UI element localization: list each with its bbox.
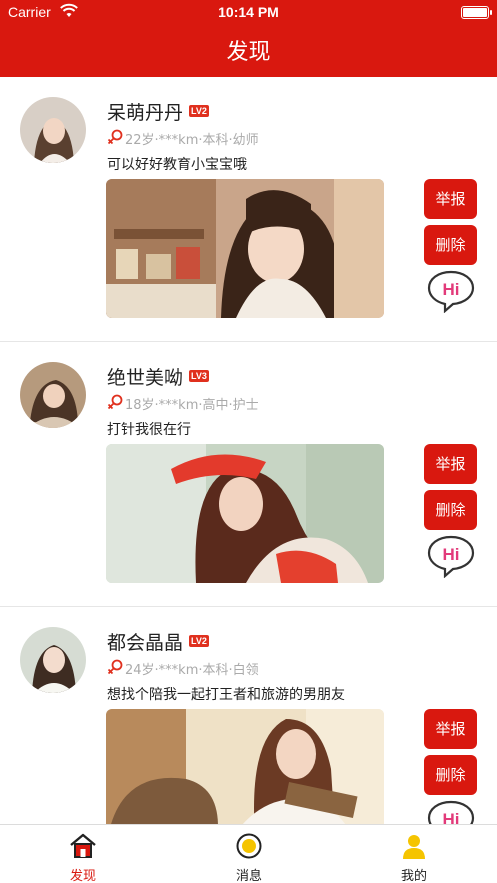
hi-bubble-icon[interactable]: Hi <box>426 799 476 824</box>
tab-profile[interactable]: 我的 <box>331 825 497 883</box>
hi-bubble-icon[interactable]: Hi <box>426 534 476 578</box>
report-button[interactable]: 举报 <box>424 444 477 484</box>
user-card: 呆萌丹丹 LV2 22岁·***km·本科·幼师 可以好好教育小宝宝哦 举报 删… <box>0 77 497 342</box>
user-bio: 想找个陪我一起打王者和旅游的男朋友 <box>107 687 345 703</box>
user-name: 都会晶晶 <box>107 632 184 654</box>
avatar[interactable] <box>20 362 86 428</box>
profile-icon <box>403 835 425 859</box>
user-name: 呆萌丹丹 <box>107 102 184 124</box>
tab-discover[interactable]: 发现 <box>0 825 166 883</box>
user-photo[interactable] <box>106 179 384 318</box>
tab-label: 发现 <box>69 869 96 883</box>
user-bio: 打针我很在行 <box>107 422 191 438</box>
user-card: 绝世美呦 LV3 18岁·***km·高中·护士 打针我很在行 举报 删除 Hi <box>0 342 497 607</box>
tab-messages[interactable]: 消息 <box>166 825 332 883</box>
avatar[interactable] <box>20 627 86 693</box>
delete-button[interactable]: 删除 <box>424 225 477 265</box>
discover-feed[interactable]: 呆萌丹丹 LV2 22岁·***km·本科·幼师 可以好好教育小宝宝哦 举报 删… <box>0 77 497 824</box>
svg-text:Hi: Hi <box>443 810 460 824</box>
user-meta: 24岁·***km·本科·白领 <box>125 663 259 678</box>
nav-bar: 发现 <box>0 24 497 77</box>
avatar[interactable] <box>20 97 86 163</box>
clock: 10:14 PM <box>218 4 279 20</box>
level-badge: LV2 <box>189 105 209 117</box>
user-card: 都会晶晶 LV2 24岁·***km·本科·白领 想找个陪我一起打王者和旅游的男… <box>0 607 497 824</box>
tab-label: 我的 <box>400 869 427 883</box>
house-icon <box>70 833 96 858</box>
tab-label: 消息 <box>235 869 262 883</box>
message-icon <box>236 833 262 859</box>
status-bar: Carrier 10:14 PM <box>0 0 497 24</box>
delete-button[interactable]: 删除 <box>424 755 477 795</box>
page-title: 发现 <box>226 40 271 65</box>
user-meta: 22岁·***km·本科·幼师 <box>125 133 259 148</box>
user-name: 绝世美呦 <box>107 367 184 389</box>
level-badge: LV3 <box>189 370 209 382</box>
level-badge: LV2 <box>189 635 209 647</box>
user-meta: 18岁·***km·高中·护士 <box>125 398 259 413</box>
report-button[interactable]: 举报 <box>424 709 477 749</box>
user-photo[interactable] <box>106 709 384 824</box>
delete-button[interactable]: 删除 <box>424 490 477 530</box>
report-button[interactable]: 举报 <box>424 179 477 219</box>
battery-icon <box>461 6 492 19</box>
hi-bubble-icon[interactable]: Hi <box>426 269 476 313</box>
female-icon <box>107 129 123 145</box>
female-icon <box>107 659 123 675</box>
tab-bar: 发现 消息 我的 <box>0 824 497 883</box>
svg-text:Hi: Hi <box>443 545 460 564</box>
user-photo[interactable] <box>106 444 384 583</box>
svg-text:Hi: Hi <box>443 280 460 299</box>
user-bio: 可以好好教育小宝宝哦 <box>107 157 247 173</box>
female-icon <box>107 394 123 410</box>
